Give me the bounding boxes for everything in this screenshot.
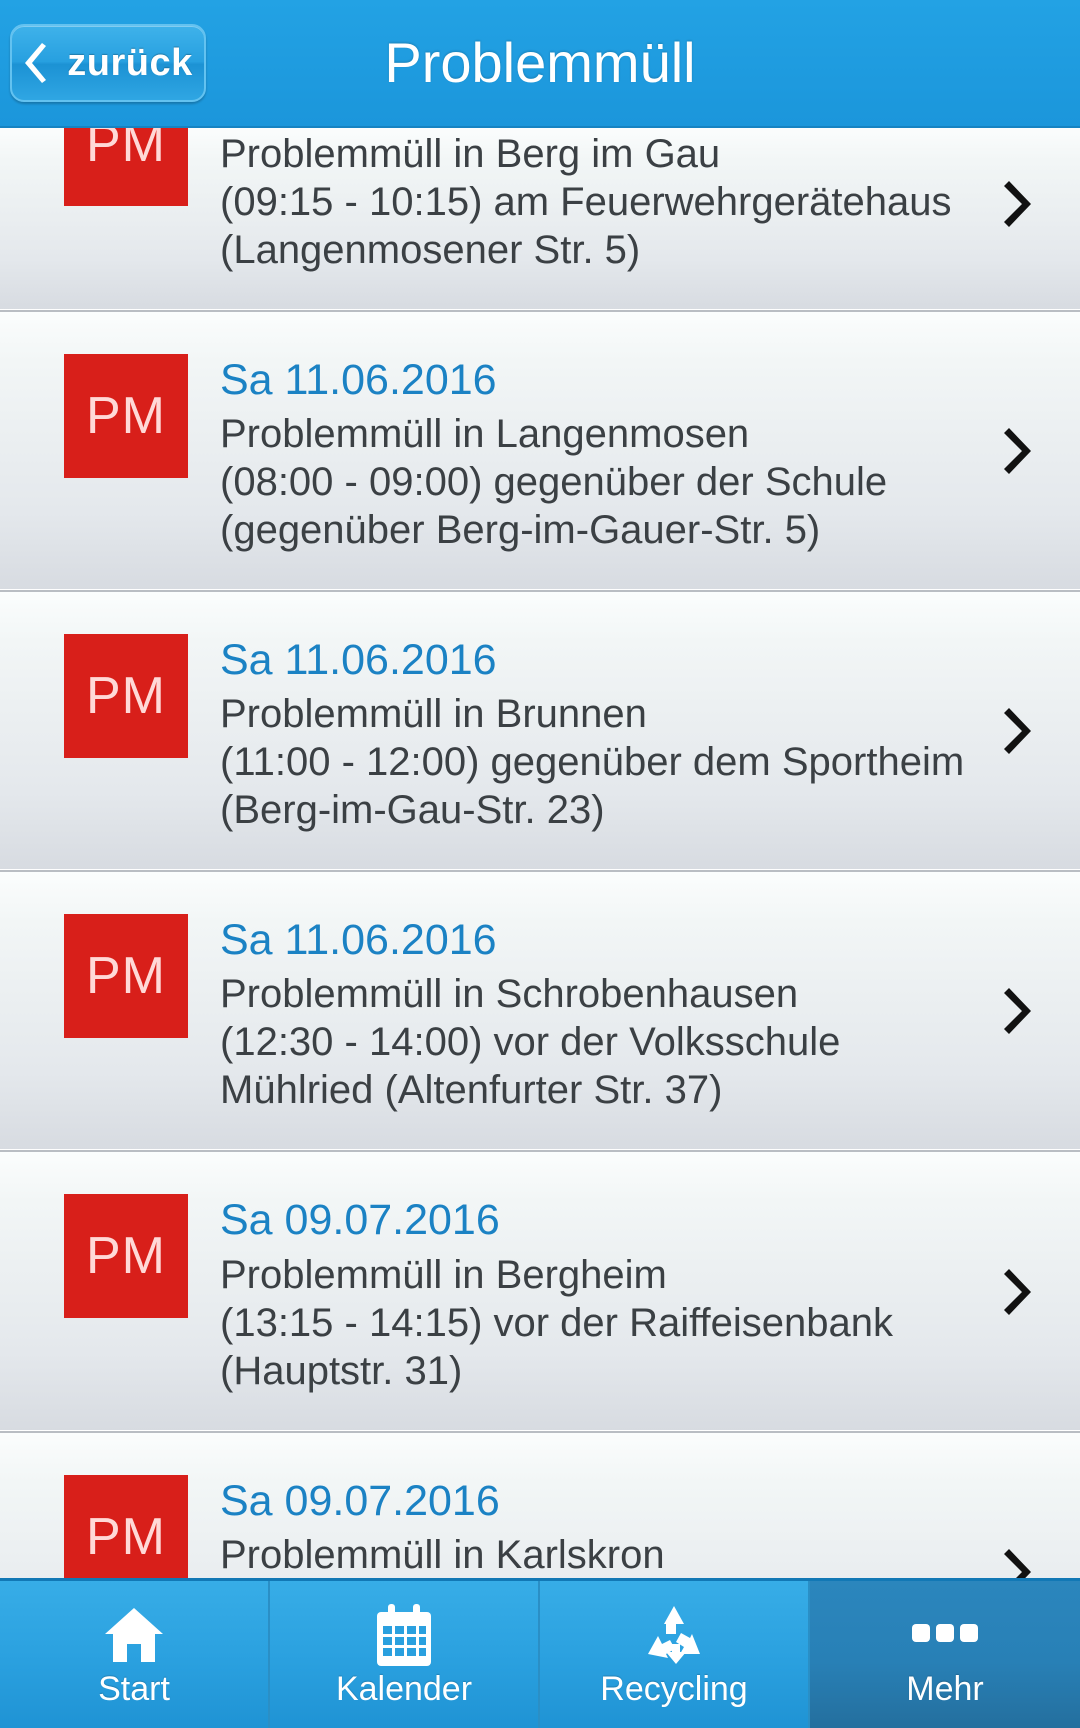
list-item[interactable]: PM Sa 11.06.2016 Problemmüll in Langenmose… [0,312,1080,593]
list-item-body: Sa 09.07.2016 Problemmüll in Karlskron (0… [220,1475,1080,1578]
tab-mehr[interactable]: Mehr [810,1581,1080,1728]
chevron-right-icon [1004,428,1031,475]
tab-label: Recycling [600,1669,748,1708]
list-item-date: Sa 09.07.2016 [220,1196,500,1245]
list-item[interactable]: PM Problemmüll in Berg im Gau (09:15 - 10… [0,128,1080,312]
list-item-description: Problemmüll in Brunnen (11:00 - 12:00) g… [220,692,965,833]
back-button-label: zurück [67,41,193,84]
list-item-body: Sa 11.06.2016 Problemmüll in Schrobenhaus… [220,914,1080,1114]
waste-type-badge: PM [64,1194,188,1319]
back-button[interactable]: zurück [10,24,206,102]
ellipsis-icon [912,1604,978,1666]
tab-recycling[interactable]: Recycling [540,1581,810,1728]
list-item-body: Problemmüll in Berg im Gau (09:15 - 10:1… [220,128,1080,274]
list-item[interactable]: PM Sa 11.06.2016 Problemmüll in Brunnen (1… [0,592,1080,873]
list-item-body: Sa 11.06.2016 Problemmüll in Langenmosen … [220,354,1080,554]
waste-type-badge: PM [64,128,188,206]
list-item-date: Sa 11.06.2016 [220,636,497,685]
list-item-body: Sa 11.06.2016 Problemmüll in Brunnen (11:… [220,634,1080,834]
list-item-description: Problemmüll in Schrobenhausen (12:30 - 1… [220,972,841,1113]
list-item-body: Sa 09.07.2016 Problemmüll in Bergheim (13… [220,1194,1080,1394]
tab-label: Mehr [906,1669,984,1708]
list-item-date: Sa 11.06.2016 [220,916,497,965]
list-item-date: Sa 09.07.2016 [220,1476,500,1525]
home-icon [103,1604,165,1666]
waste-type-badge: PM [64,914,188,1039]
chevron-right-icon [1004,988,1031,1035]
chevron-right-icon [1004,708,1031,755]
waste-type-badge: PM [64,634,188,759]
list-item-date: Sa 11.06.2016 [220,356,497,404]
list-item-description: Problemmüll in Langenmosen (08:00 - 09:0… [220,412,888,553]
list-item[interactable]: PM Sa 09.07.2016 Problemmüll in Bergheim (… [0,1152,1080,1433]
chevron-right-icon [1004,1548,1031,1578]
waste-type-badge: PM [64,354,188,478]
list-item-description: Problemmüll in Bergheim (13:15 - 14:15) … [220,1252,893,1393]
recycle-icon [642,1604,706,1666]
tab-start[interactable]: Start [0,1581,270,1728]
waste-type-badge: PM [64,1474,188,1578]
pickup-list[interactable]: PM Problemmüll in Berg im Gau (09:15 - 10… [0,128,1080,1578]
calendar-icon [375,1603,433,1666]
tab-kalender[interactable]: Kalender [270,1581,540,1728]
list-item[interactable]: PM Sa 11.06.2016 Problemmüll in Schrobenha… [0,872,1080,1153]
chevron-left-icon [25,43,47,83]
tab-label: Kalender [335,1669,473,1708]
list-item[interactable]: PM Sa 09.07.2016 Problemmüll in Karlskron … [0,1432,1080,1578]
chevron-right-icon [1004,181,1031,227]
tab-label: Start [98,1669,170,1708]
navigation-bar: zurück Problemmüll [0,0,1080,128]
bottom-tab-bar: Start Kalender Recycling Mehr [0,1578,1080,1728]
app-root: zurück Problemmüll PM Problemmüll in Berg… [0,0,1080,1728]
list-item-description: Problemmüll in Karlskron (08:00 - 09:00)… [220,1532,665,1577]
list-item-description: Problemmüll in Berg im Gau (09:15 - 10:1… [220,132,952,272]
chevron-right-icon [1004,1268,1031,1315]
